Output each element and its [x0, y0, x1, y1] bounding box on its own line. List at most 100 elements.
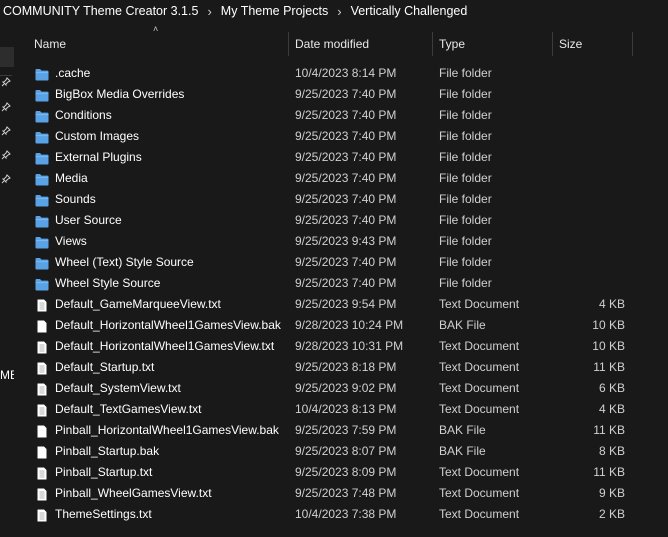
sort-ascending-icon: ˄ — [153, 24, 159, 34]
file-size: 2 KB — [598, 507, 625, 521]
file-row[interactable]: Default_HorizontalWheel1GamesView.txt 9/2… — [14, 336, 668, 357]
file-date-modified: 9/25/2023 9:02 PM — [295, 381, 397, 395]
column-divider[interactable] — [632, 32, 633, 56]
pin-icon[interactable] — [1, 150, 11, 160]
file-type: Text Document — [439, 360, 520, 374]
folder-icon — [35, 130, 49, 144]
file-name: Wheel (Text) Style Source — [55, 255, 194, 269]
file-row[interactable]: Pinball_WheelGamesView.txt 9/25/2023 7:48… — [14, 483, 668, 504]
file-name: Default_Startup.txt — [55, 360, 155, 374]
file-name: ThemeSettings.txt — [55, 507, 152, 521]
column-header-type[interactable]: Type — [433, 32, 552, 56]
file-type: File folder — [439, 276, 492, 290]
breadcrumb-item-theme-creator[interactable]: COMMUNITY Theme Creator 3.1.5 — [3, 4, 198, 18]
folder-icon — [35, 214, 49, 228]
file-type: Text Document — [439, 402, 520, 416]
file-size: 4 KB — [598, 297, 625, 311]
file-type: File folder — [439, 66, 492, 80]
file-type: File folder — [439, 171, 492, 185]
file-type: Text Document — [439, 339, 520, 353]
file-size: 11 KB — [593, 465, 625, 479]
file-type: Text Document — [439, 465, 520, 479]
file-type: File folder — [439, 213, 492, 227]
blank-file-icon — [35, 424, 49, 438]
breadcrumb-item-vertically-challenged[interactable]: Vertically Challenged — [351, 4, 468, 18]
file-name: Pinball_WheelGamesView.txt — [55, 486, 212, 500]
folder-icon — [35, 235, 49, 249]
navigation-pane[interactable]: ME — [0, 22, 14, 537]
folder-icon — [35, 67, 49, 81]
file-date-modified: 9/28/2023 10:31 PM — [295, 339, 404, 353]
file-row[interactable]: Default_SystemView.txt 9/25/2023 9:02 PM T… — [14, 378, 668, 399]
file-row[interactable]: Custom Images 9/25/2023 7:40 PM File folde… — [14, 126, 668, 147]
blank-file-icon — [35, 319, 49, 333]
nav-item-partial-label[interactable]: ME — [0, 368, 14, 382]
file-row[interactable]: Pinball_HorizontalWheel1GamesView.bak 9/2… — [14, 420, 668, 441]
file-type: File folder — [439, 129, 492, 143]
file-size: 9 KB — [598, 486, 625, 500]
file-size: 6 KB — [598, 381, 625, 395]
file-row[interactable]: External Plugins 9/25/2023 7:40 PM File fo… — [14, 147, 668, 168]
file-name: External Plugins — [55, 150, 142, 164]
pin-icon[interactable] — [1, 174, 11, 184]
file-date-modified: 9/25/2023 7:40 PM — [295, 150, 397, 164]
file-row[interactable]: Views 9/25/2023 9:43 PM File folder — [14, 231, 668, 252]
file-row[interactable]: Default_Startup.txt 9/25/2023 8:18 PM Text… — [14, 357, 668, 378]
file-row[interactable]: Sounds 9/25/2023 7:40 PM File folder — [14, 189, 668, 210]
file-name: Default_HorizontalWheel1GamesView.txt — [55, 339, 275, 353]
folder-icon — [35, 151, 49, 165]
file-row[interactable]: Default_HorizontalWheel1GamesView.bak 9/2… — [14, 315, 668, 336]
pin-icon[interactable] — [1, 126, 11, 136]
file-date-modified: 9/25/2023 7:40 PM — [295, 108, 397, 122]
file-type: BAK File — [439, 423, 486, 437]
file-name: Views — [55, 234, 87, 248]
column-header-date-label: Date modified — [295, 37, 370, 51]
text-file-icon — [35, 466, 49, 480]
file-date-modified: 9/25/2023 9:43 PM — [295, 234, 397, 248]
file-row[interactable]: Default_TextGamesView.txt 10/4/2023 8:13 … — [14, 399, 668, 420]
file-type: Text Document — [439, 486, 520, 500]
file-name: .cache — [55, 66, 91, 80]
file-row[interactable]: .cache 10/4/2023 8:14 PM File folder — [14, 63, 668, 84]
file-row[interactable]: Media 9/25/2023 7:40 PM File folder — [14, 168, 668, 189]
pin-icon[interactable] — [1, 77, 11, 87]
file-name: Sounds — [55, 192, 96, 206]
column-header-size[interactable]: Size — [553, 32, 632, 56]
file-row[interactable]: Default_GameMarqueeView.txt 9/25/2023 9:5… — [14, 294, 668, 315]
file-type: Text Document — [439, 297, 520, 311]
file-type: File folder — [439, 150, 492, 164]
column-header-name[interactable]: Name ˄ — [14, 24, 288, 56]
text-file-icon — [35, 508, 49, 522]
file-row[interactable]: Pinball_Startup.txt 9/25/2023 8:09 PM Text… — [14, 462, 668, 483]
file-type: File folder — [439, 192, 492, 206]
file-list: Name ˄ Date modified Type Size .cache 10/… — [14, 22, 668, 537]
pin-icon[interactable] — [1, 102, 11, 112]
file-row[interactable]: Pinball_Startup.bak 9/25/2023 8:07 PM BAK … — [14, 441, 668, 462]
file-date-modified: 9/25/2023 8:09 PM — [295, 465, 397, 479]
file-size: 10 KB — [592, 318, 625, 332]
file-date-modified: 10/4/2023 8:13 PM — [295, 402, 397, 416]
breadcrumb-separator-icon: › — [337, 3, 342, 19]
column-header-date[interactable]: Date modified — [289, 32, 432, 56]
file-type: File folder — [439, 255, 492, 269]
file-date-modified: 9/25/2023 7:40 PM — [295, 129, 397, 143]
file-name: Conditions — [55, 108, 112, 122]
breadcrumb-item-my-theme-projects[interactable]: My Theme Projects — [221, 4, 328, 18]
file-name: Pinball_HorizontalWheel1GamesView.bak — [55, 423, 279, 437]
file-row[interactable]: ThemeSettings.txt 10/4/2023 7:38 PM Text D… — [14, 504, 668, 525]
file-row[interactable]: BigBox Media Overrides 9/25/2023 7:40 PM F… — [14, 84, 668, 105]
file-row[interactable]: Conditions 9/25/2023 7:40 PM File folder — [14, 105, 668, 126]
file-row[interactable]: User Source 9/25/2023 7:40 PM File folder — [14, 210, 668, 231]
file-size: 11 KB — [593, 360, 625, 374]
file-type: File folder — [439, 234, 492, 248]
file-name: Media — [55, 171, 88, 185]
file-size: 11 KB — [593, 423, 625, 437]
file-date-modified: 9/25/2023 7:48 PM — [295, 486, 397, 500]
folder-icon — [35, 256, 49, 270]
file-row[interactable]: Wheel Style Source 9/25/2023 7:40 PM File … — [14, 273, 668, 294]
file-name: Default_SystemView.txt — [55, 381, 181, 395]
file-row[interactable]: Wheel (Text) Style Source 9/25/2023 7:40 … — [14, 252, 668, 273]
file-type: File folder — [439, 108, 492, 122]
text-file-icon — [35, 403, 49, 417]
nav-selected-item[interactable] — [0, 47, 14, 67]
